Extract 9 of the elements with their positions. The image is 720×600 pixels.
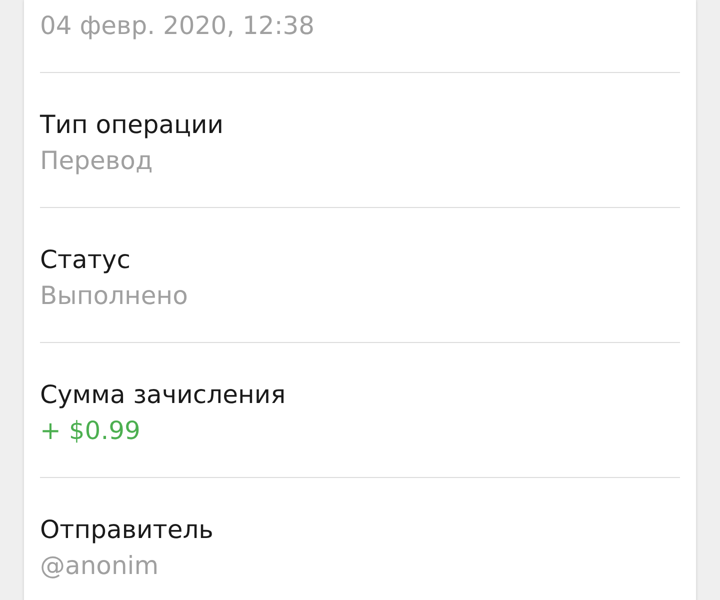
field-value: @anonim [40,550,160,582]
field-label: Отправитель [40,514,214,546]
field-label: Тип операции [40,109,225,141]
field-value: 04 февр. 2020, 12:38 [40,10,316,42]
field-value: Перевод [40,145,154,177]
field-label: Сумма зачисления [40,379,287,411]
field-value: Выполнено [40,280,189,312]
field-label: Статус [40,244,132,276]
field-value: + $0.99 [40,415,142,447]
